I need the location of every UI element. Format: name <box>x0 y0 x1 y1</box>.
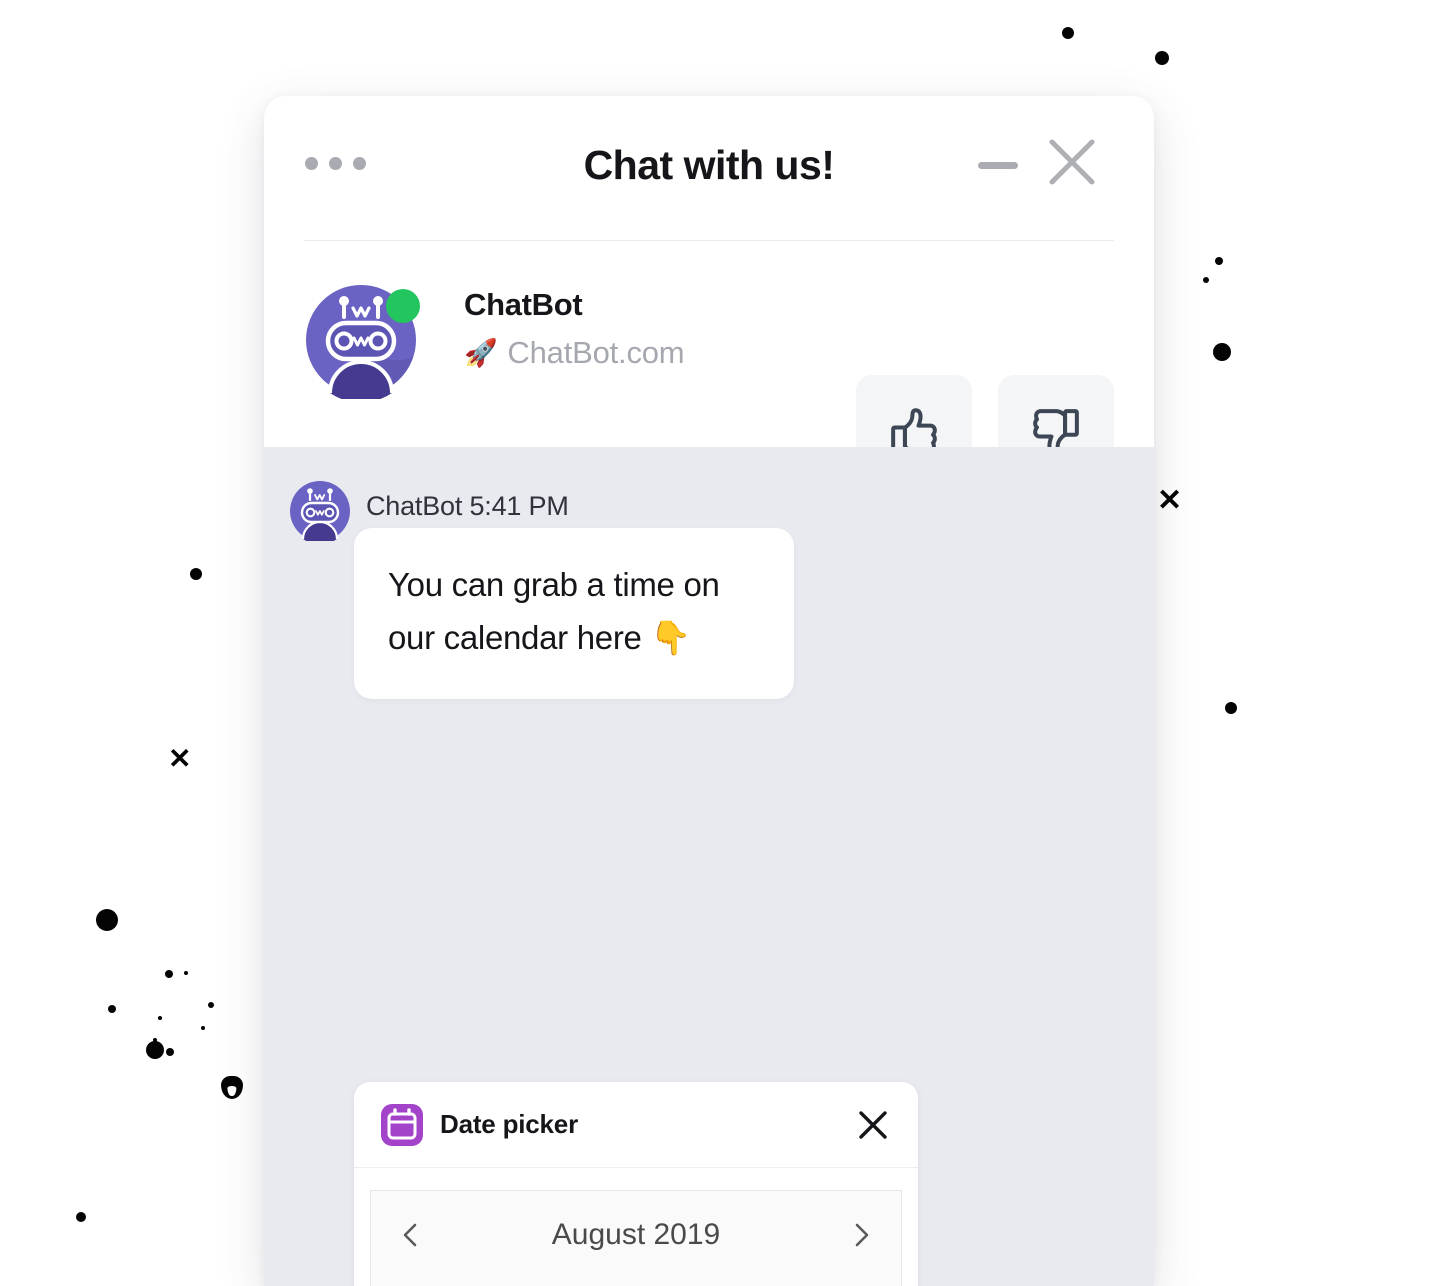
date-picker-title: Date picker <box>440 1109 578 1139</box>
calendar-day-name: T <box>526 1279 599 1286</box>
decorative-dot <box>1215 257 1223 265</box>
decorative-dot <box>76 1212 86 1222</box>
agent-website: 🚀 ChatBot.com <box>464 335 685 371</box>
page-title: Chat with us! <box>583 142 835 188</box>
widget-titlebar: Chat with us! <box>264 96 1154 241</box>
date-picker-header: Date picker <box>354 1082 918 1168</box>
decorative-dot <box>1203 277 1209 283</box>
decorative-dot <box>166 1048 174 1056</box>
calendar-next-month-button[interactable] <box>835 1209 887 1261</box>
decorative-cross-icon: ✕ <box>168 742 192 774</box>
calendar-prev-month-button[interactable] <box>385 1209 437 1261</box>
decorative-dot <box>190 568 202 580</box>
decorative-dot <box>158 1016 162 1020</box>
decorative-dot <box>201 1026 205 1030</box>
decorative-dot <box>1155 51 1169 65</box>
date-picker-close-icon[interactable] <box>856 1108 890 1142</box>
calendar-day-name: M <box>452 1279 525 1286</box>
calendar-day-name: T <box>673 1279 746 1286</box>
calendar-month-label: August 2019 <box>551 1218 721 1251</box>
decorative-dot <box>1062 27 1074 39</box>
decorative-dot <box>1213 343 1231 361</box>
rocket-icon: 🚀 <box>464 338 498 368</box>
agent-name: ChatBot <box>464 287 583 322</box>
agent-header: ChatBot 🚀 ChatBot.com <box>264 241 1154 491</box>
calendar-nav: August 2019 <box>371 1191 901 1279</box>
calendar-day-name: W <box>599 1279 672 1286</box>
calendar-icon <box>380 1103 424 1147</box>
decorative-dot <box>146 1041 164 1059</box>
calendar-day-names: SMTWTFS <box>371 1279 901 1286</box>
decorative-dot <box>184 971 188 975</box>
decorative-dot <box>153 1038 157 1042</box>
chat-body: ChatBot 5:41 PM You can grab a time on o… <box>264 447 1154 1286</box>
decorative-dot <box>1225 702 1237 714</box>
calendar-panel: August 2019 SMTWTFS 28293031123456789101… <box>370 1190 902 1286</box>
minimize-icon[interactable] <box>978 162 1018 169</box>
calendar-day-name: F <box>746 1279 819 1286</box>
chat-widget: Chat with us! ChatBot 🚀 ChatBot.com Chat… <box>264 96 1154 1286</box>
decorative-dot <box>108 1005 116 1013</box>
message-author-time: ChatBot 5:41 PM <box>366 491 569 521</box>
close-icon[interactable] <box>1044 134 1100 190</box>
decorative-pin-icon <box>221 1075 243 1099</box>
decorative-cross-icon: ✕ <box>1157 484 1183 518</box>
decorative-dot <box>165 970 173 978</box>
calendar-day-name: S <box>820 1279 893 1286</box>
date-picker-card: Date picker August 2019 <box>354 1082 918 1286</box>
status-dot <box>386 289 420 323</box>
calendar-day-name: S <box>379 1279 452 1286</box>
message-avatar <box>290 481 350 545</box>
decorative-dot <box>208 1002 214 1008</box>
agent-website-label: ChatBot.com <box>507 335 685 370</box>
decorative-dot <box>96 909 118 931</box>
agent-info: ChatBot 🚀 ChatBot.com <box>464 287 685 371</box>
message-bubble: You can grab a time on our calendar here… <box>354 528 794 699</box>
avatar <box>306 281 424 403</box>
